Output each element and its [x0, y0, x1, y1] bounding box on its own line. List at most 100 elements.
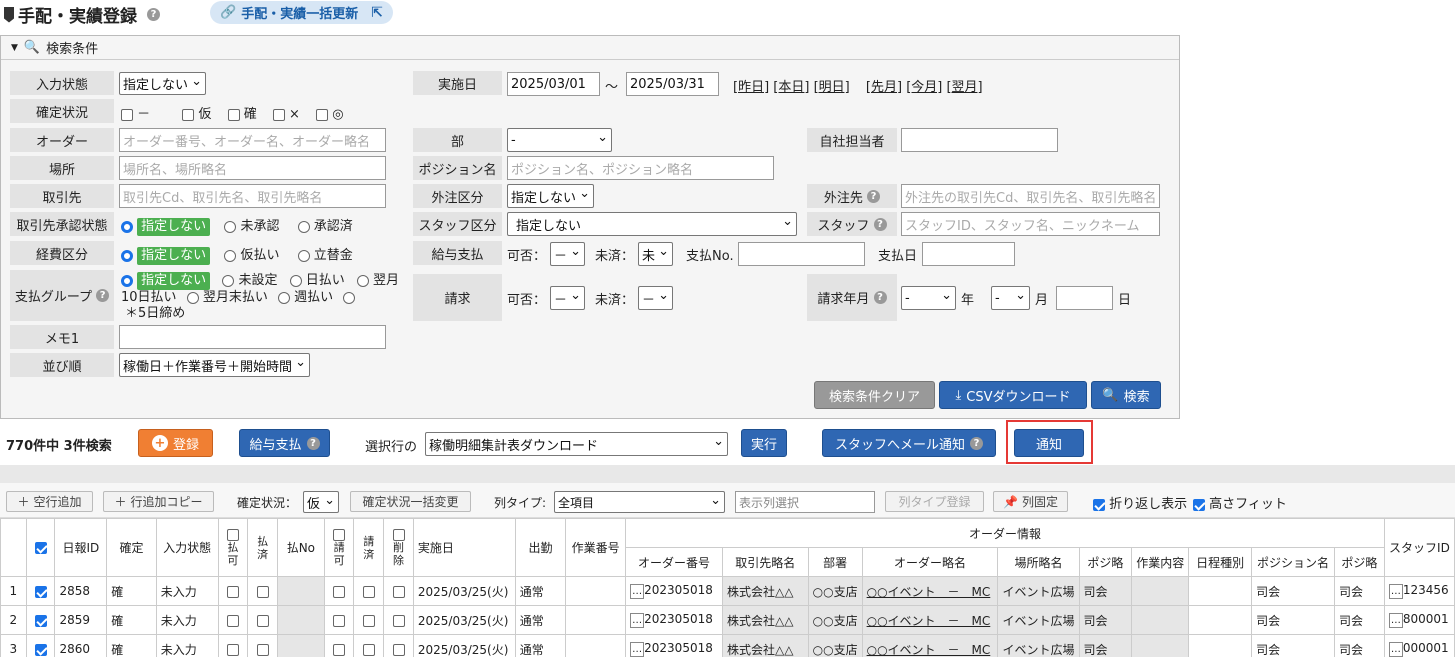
header-staff-id[interactable]: スタッフID	[1383, 518, 1455, 577]
expense-advance-radio[interactable]	[224, 249, 237, 262]
delete-checkbox[interactable]	[392, 643, 405, 656]
cell-bill-ok[interactable]	[323, 634, 355, 657]
row-checkbox[interactable]	[34, 643, 47, 656]
bill-ok-checkbox[interactable]	[333, 614, 346, 627]
collapse-icon[interactable]: ▼	[11, 43, 18, 53]
cell-pay-ok[interactable]	[217, 576, 249, 606]
confirm-fixed-checkbox[interactable]	[227, 108, 240, 121]
delete-checkbox[interactable]	[392, 585, 405, 598]
bulk-update-link[interactable]: 🔗 手配・実績一括更新 ⇱	[210, 1, 393, 24]
copy-row-button[interactable]: ＋行追加コピー	[103, 491, 214, 512]
header-order-name[interactable]: オーダー略名	[861, 547, 999, 577]
cell-pos-short2[interactable]: 司会	[1334, 576, 1385, 606]
bill-done-checkbox[interactable]	[362, 585, 375, 598]
cell-staff-id[interactable]: … 800001	[1383, 605, 1455, 635]
fit-toggle[interactable]: 高さフィット	[1193, 493, 1287, 512]
staff-type-select[interactable]: 指定しない	[507, 212, 797, 236]
select-all-checkbox[interactable]	[34, 542, 47, 554]
cell-order-name[interactable]: ○○イベント － MC	[861, 605, 999, 635]
pay-done-checkbox[interactable]	[256, 585, 269, 598]
cell-state[interactable]: 未入力	[155, 634, 219, 657]
header-checkbox[interactable]	[333, 529, 346, 541]
row-checkbox[interactable]	[34, 614, 47, 627]
cell-pay-done[interactable]	[247, 634, 278, 657]
order-input[interactable]: オーダー番号、オーダー名、オーダー略名	[119, 128, 386, 152]
row-select-cell[interactable]	[25, 576, 56, 606]
cell-bill-ok[interactable]	[323, 576, 355, 606]
salary-paydate-input[interactable]	[922, 242, 1015, 266]
bulk-action-select[interactable]: 稼働明細集計表ダウンロード	[425, 432, 728, 456]
approval-done-radio[interactable]	[297, 220, 310, 233]
dept-select[interactable]: -	[507, 128, 612, 152]
header-date[interactable]: 実施日	[412, 518, 516, 577]
cell-id[interactable]: 2859	[54, 605, 108, 635]
header-bill-ok[interactable]: 請可	[323, 518, 355, 577]
table-row[interactable]: 1 2858 確未入力 2025/03/25(火) 通常… 202305018 株式会社△△…	[0, 576, 1455, 606]
bill-day-input[interactable]	[1056, 286, 1113, 310]
csv-download-button[interactable]: ⤓ CSVダウンロード	[939, 381, 1087, 409]
header-pos-short[interactable]: ポジ略	[1078, 547, 1133, 577]
cell-pay-done[interactable]	[247, 605, 278, 635]
confirm-tentative-checkbox[interactable]	[182, 108, 195, 121]
row-select-cell[interactable]	[25, 634, 56, 657]
pay-ok-checkbox[interactable]	[226, 643, 239, 656]
header-bill-done[interactable]: 請済	[353, 518, 385, 577]
header-work-no[interactable]: 作業番号	[565, 518, 627, 577]
help-icon[interactable]: ?	[970, 436, 983, 450]
header-pay-done[interactable]: 払済	[247, 518, 278, 577]
cell-pos-name[interactable]: 司会	[1251, 634, 1336, 657]
cell-bill-ok[interactable]	[323, 605, 355, 635]
header-work-content[interactable]: 作業内容	[1131, 547, 1190, 577]
register-button[interactable]: + 登録	[138, 429, 213, 457]
link-tomorrow[interactable]: [明日]	[814, 80, 850, 95]
cell-date[interactable]: 2025/03/25(火)	[412, 634, 516, 657]
pay-done-checkbox[interactable]	[256, 614, 269, 627]
cell-confirm[interactable]: 確	[106, 634, 157, 657]
order-name-link[interactable]: ○○イベント － MC	[867, 614, 991, 628]
column-select-input[interactable]: 表示列選択	[735, 491, 875, 513]
own-staff-input[interactable]	[901, 128, 1058, 152]
header-schedule-type[interactable]: 日程種別	[1188, 547, 1253, 577]
order-name-link[interactable]: ○○イベント － MC	[867, 585, 991, 599]
bill-ok-checkbox[interactable]	[333, 585, 346, 598]
salary-ok-select[interactable]: －	[550, 242, 585, 266]
cell-work-no[interactable]	[565, 605, 627, 635]
header-id[interactable]: 日報ID	[54, 518, 108, 577]
cell-work-no[interactable]	[565, 634, 627, 657]
help-icon[interactable]: ?	[867, 189, 881, 203]
cell-pos-name[interactable]: 司会	[1251, 576, 1336, 606]
wrap-toggle[interactable]: 折り返し表示	[1093, 493, 1187, 512]
lookup-button[interactable]: …	[1388, 584, 1403, 599]
lookup-button[interactable]: …	[630, 613, 645, 628]
salary-button[interactable]: 給与支払?	[239, 429, 330, 457]
cell-id[interactable]: 2858	[54, 576, 108, 606]
help-icon[interactable]: ?	[873, 291, 887, 304]
cell-date[interactable]: 2025/03/25(火)	[412, 576, 516, 606]
date-from-input[interactable]: 2025/03/01	[507, 72, 600, 96]
link-next-month[interactable]: [翌月]	[946, 80, 982, 95]
fit-checkbox[interactable]	[1193, 498, 1205, 511]
help-icon[interactable]: ?	[147, 8, 160, 21]
table-row[interactable]: 2 2859 確未入力 2025/03/25(火) 通常… 202305018 株式会社△△…	[0, 605, 1455, 635]
search-panel-header[interactable]: ▼ 🔍 検索条件	[1, 36, 1179, 60]
search-button[interactable]: 🔍 検索	[1091, 381, 1161, 409]
cell-bill-done[interactable]	[353, 605, 385, 635]
salary-unpaid-select[interactable]: 未	[638, 242, 673, 266]
bill-done-checkbox[interactable]	[362, 643, 375, 656]
cell-schedule-type[interactable]	[1188, 634, 1253, 657]
header-confirm[interactable]: 確定	[106, 518, 157, 577]
approval-any-radio[interactable]	[121, 220, 133, 233]
help-icon[interactable]: ?	[873, 217, 887, 231]
add-row-button[interactable]: ＋空行追加	[6, 491, 93, 512]
billing-ok-select[interactable]: －	[550, 286, 585, 310]
cell-order-no[interactable]: … 202305018	[625, 634, 723, 657]
clear-button[interactable]: 検索条件クリア	[814, 381, 935, 409]
lookup-button[interactable]: …	[630, 584, 645, 599]
header-pay-no[interactable]: 払No	[277, 518, 325, 577]
header-checkbox[interactable]	[392, 529, 405, 541]
header-checkbox[interactable]	[226, 529, 239, 541]
cell-staff-id[interactable]: … 123456	[1383, 576, 1455, 606]
position-input[interactable]: ポジション名、ポジション略名	[507, 156, 774, 180]
paygroup-next10-radio[interactable]	[356, 274, 369, 287]
cell-staff-id[interactable]: … 000001	[1383, 634, 1455, 657]
